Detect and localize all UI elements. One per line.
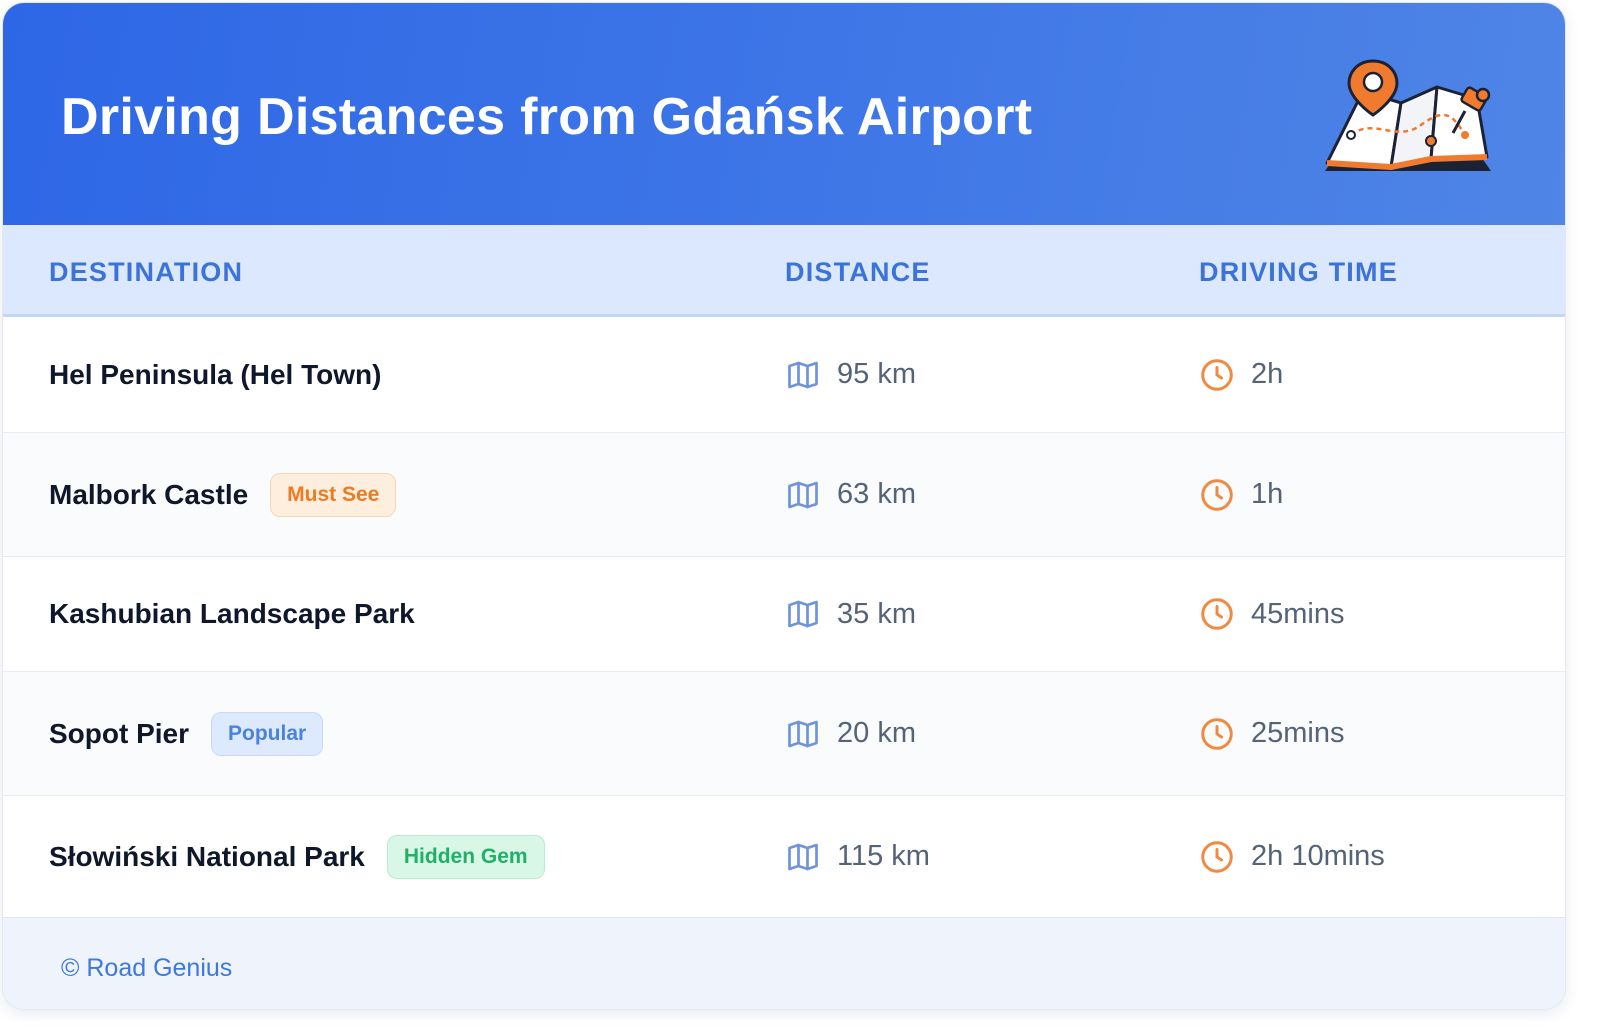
time-cell: 2h 10mins (1199, 839, 1385, 875)
table-row: Słowiński National Park Hidden Gem 115 k… (3, 796, 1565, 917)
table-row: Hel Peninsula (Hel Town) 95 km 2h (3, 317, 1565, 433)
time-value: 2h 10mins (1251, 840, 1385, 872)
destination-cell: Sopot Pier Popular (49, 711, 324, 756)
column-header-destination: DESTINATION (49, 257, 244, 287)
map-icon (788, 481, 818, 508)
table-row: Sopot Pier Popular 20 km 25mins (3, 672, 1565, 796)
destination-name: Sopot Pier (49, 717, 190, 749)
page-title: Driving Distances from Gdańsk Airport (61, 88, 1033, 146)
time-cell: 1h (1199, 477, 1283, 513)
time-value: 25mins (1251, 717, 1345, 749)
card-footer: © Road Genius (3, 917, 1565, 1009)
distance-cell: 95 km (785, 357, 916, 393)
distance-card: Driving Distances from Gdańsk Airport DE… (2, 2, 1566, 1010)
clock-icon (1201, 840, 1233, 873)
destination-name: Hel Peninsula (Hel Town) (49, 358, 382, 390)
time-value: 2h (1251, 358, 1284, 390)
destination-name: Kashubian Landscape Park (49, 598, 415, 629)
clock-icon (1201, 598, 1233, 630)
column-header-driving-time: DRIVING TIME (1199, 257, 1398, 287)
map-icon (788, 843, 818, 870)
time-cell: 45mins (1199, 596, 1345, 632)
distance-cell: 20 km (785, 716, 916, 752)
destination-cell: Hel Peninsula (Hel Town) (49, 359, 381, 391)
time-value: 45mins (1251, 597, 1345, 630)
distance-value: 95 km (837, 358, 916, 390)
table-header: DESTINATION DISTANCE DRIVING TIME (3, 225, 1565, 317)
time-cell: 2h (1199, 357, 1283, 393)
table-row: Kashubian Landscape Park 35 km 45mins (3, 557, 1565, 672)
clock-icon (1201, 717, 1233, 750)
distance-value: 20 km (837, 717, 916, 749)
distance-cell: 35 km (785, 596, 916, 632)
destination-cell: Słowiński National Park Hidden Gem (49, 834, 545, 879)
clock-icon (1201, 358, 1233, 391)
destination-cell: Kashubian Landscape Park (49, 598, 415, 630)
distance-value: 35 km (837, 597, 916, 630)
popular-badge: Popular (211, 711, 324, 756)
destination-name: Słowiński National Park (49, 840, 365, 872)
table-row: Malbork Castle Must See 63 km 1h (3, 433, 1565, 557)
copyright-text: © Road Genius (61, 954, 233, 982)
must-see-badge: Must See (270, 472, 397, 517)
distance-cell: 115 km (785, 839, 930, 875)
clock-icon (1201, 478, 1233, 511)
distance-value: 63 km (837, 478, 916, 510)
map-icon (788, 720, 818, 747)
column-header-distance: DISTANCE (785, 257, 931, 287)
map-icon (788, 600, 818, 628)
card-header: Driving Distances from Gdańsk Airport (3, 3, 1565, 225)
hidden-gem-badge: Hidden Gem (386, 834, 545, 879)
map-icon (788, 361, 818, 388)
destination-cell: Malbork Castle Must See (49, 472, 397, 517)
table-body: Hel Peninsula (Hel Town) 95 km 2h Malbor… (3, 317, 1565, 917)
time-value: 1h (1251, 478, 1284, 510)
map-with-pin-icon (1325, 59, 1491, 171)
time-cell: 25mins (1199, 716, 1345, 752)
distance-cell: 63 km (785, 477, 916, 513)
distance-value: 115 km (837, 840, 930, 872)
destination-name: Malbork Castle (49, 478, 249, 510)
